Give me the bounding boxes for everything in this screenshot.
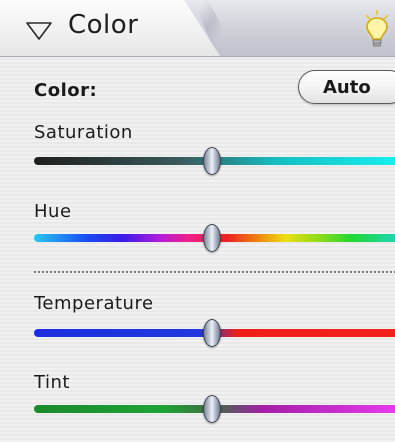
panel-title: Color bbox=[68, 10, 139, 40]
hue-label: Hue bbox=[34, 201, 72, 222]
temperature-thumb[interactable] bbox=[202, 319, 221, 347]
panel-header[interactable]: Color bbox=[0, 0, 395, 57]
disclosure-triangle-down-icon[interactable] bbox=[26, 22, 52, 40]
auto-button[interactable]: Auto bbox=[298, 70, 395, 104]
tint-label: Tint bbox=[34, 372, 70, 393]
saturation-label: Saturation bbox=[34, 122, 133, 143]
tint-thumb[interactable] bbox=[202, 395, 221, 423]
color-panel: Color Color: Auto Saturation Hue Tempera… bbox=[0, 0, 395, 442]
hue-thumb[interactable] bbox=[202, 224, 221, 252]
temperature-label: Temperature bbox=[34, 293, 154, 314]
lightbulb-icon[interactable] bbox=[363, 10, 391, 48]
saturation-thumb[interactable] bbox=[202, 147, 221, 175]
section-divider bbox=[34, 271, 395, 273]
color-label: Color: bbox=[34, 80, 98, 101]
